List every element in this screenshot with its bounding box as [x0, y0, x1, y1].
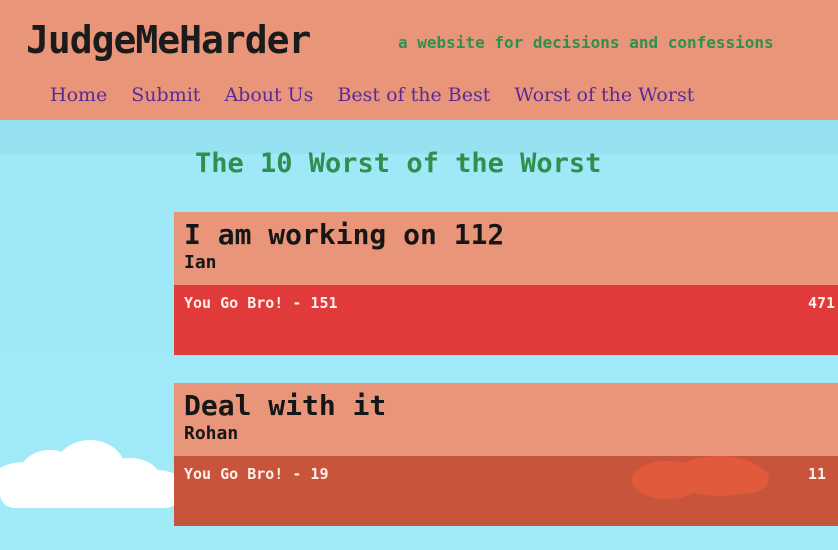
nav-item-best-of-the-best[interactable]: Best of the Best — [337, 84, 490, 106]
vote-bar: You Go Bro! - 19 11 — [174, 456, 838, 526]
nav-item-worst-of-the-worst[interactable]: Worst of the Worst — [514, 84, 694, 106]
post-card[interactable]: Deal with it Rohan You Go Bro! - 19 11 — [174, 383, 838, 526]
post-header: Deal with it Rohan — [174, 383, 838, 456]
vote-bar: You Go Bro! - 151 471 — [174, 285, 838, 355]
post-title[interactable]: Deal with it — [184, 389, 386, 422]
page-title: The 10 Worst of the Worst — [195, 148, 602, 179]
post-header: I am working on 112 Ian — [174, 212, 838, 285]
site-tagline: a website for decisions and confessions — [398, 33, 774, 52]
post-author: Rohan — [184, 423, 239, 444]
site-header: JudgeMeHarder a website for decisions an… — [0, 0, 838, 120]
post-author: Ian — [184, 252, 217, 273]
site-title[interactable]: JudgeMeHarder — [26, 18, 311, 62]
post-title[interactable]: I am working on 112 — [184, 218, 504, 251]
post-card[interactable]: I am working on 112 Ian You Go Bro! - 15… — [174, 212, 838, 355]
other-vote-count[interactable]: 11 — [808, 465, 826, 483]
nav-item-about-us[interactable]: About Us — [224, 84, 313, 106]
cloud-decoration — [719, 464, 769, 494]
nav-item-submit[interactable]: Submit — [131, 84, 200, 106]
nav-item-home[interactable]: Home — [50, 84, 107, 106]
you-go-bro-vote[interactable]: You Go Bro! - 151 — [184, 294, 338, 312]
other-vote-count[interactable]: 471 — [808, 294, 835, 312]
you-go-bro-vote[interactable]: You Go Bro! - 19 — [184, 465, 329, 483]
main-nav: Home Submit About Us Best of the Best Wo… — [50, 84, 718, 106]
